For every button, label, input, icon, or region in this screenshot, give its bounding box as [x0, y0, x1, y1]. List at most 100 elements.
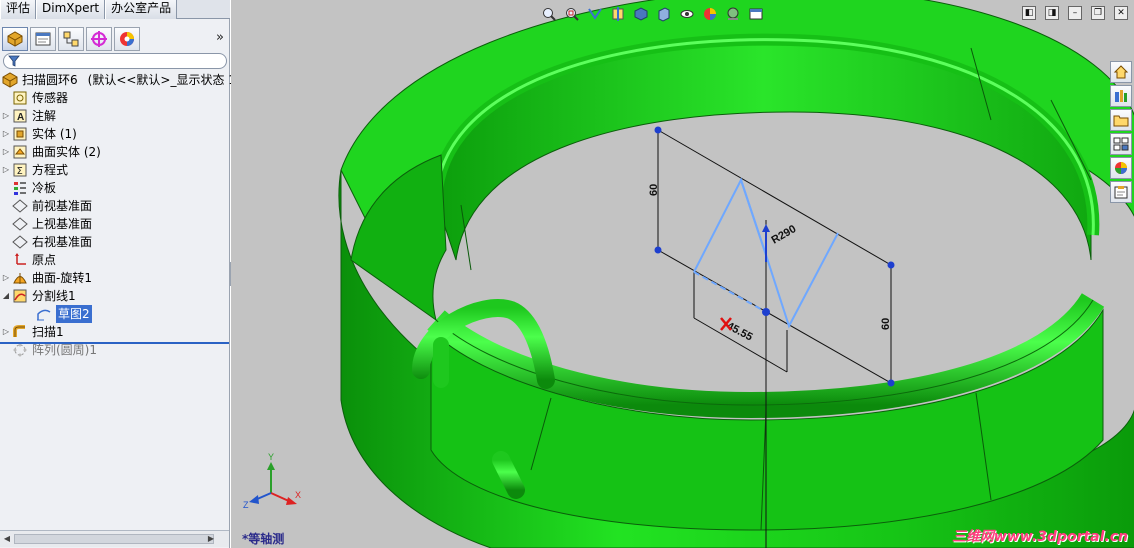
file-explorer-icon: [1113, 115, 1129, 127]
minimize-button[interactable]: –: [1068, 6, 1082, 20]
scroll-thumb[interactable]: [14, 534, 214, 544]
3d-model-view[interactable]: 60 60 R290 45.55 Y X Z: [231, 0, 1134, 548]
display-manager-tab[interactable]: [114, 27, 140, 51]
tree-item-surface-bodies[interactable]: ▷ 曲面实体 (2): [0, 143, 229, 161]
revolve-surface-icon: [12, 270, 28, 286]
equation-icon: Σ: [12, 162, 28, 178]
dim-60-left[interactable]: 60: [648, 184, 660, 196]
tile-left-button[interactable]: ◧: [1022, 6, 1036, 20]
scroll-left-icon[interactable]: ◀: [1, 533, 13, 545]
scroll-right-icon[interactable]: ▶: [205, 533, 217, 545]
view-palette-tab[interactable]: [1110, 133, 1132, 155]
sketch-origin-icon: [762, 224, 770, 262]
expand-chevron-icon[interactable]: »: [216, 30, 224, 45]
svg-text:Σ: Σ: [17, 166, 23, 177]
sketch-points: [654, 126, 895, 387]
tile-right-button[interactable]: ◨: [1045, 6, 1059, 20]
apply-scene-button[interactable]: [723, 5, 743, 23]
configuration-manager-tab[interactable]: [58, 27, 84, 51]
design-library-tab[interactable]: [1110, 85, 1132, 107]
tree-item-revolve-surface[interactable]: ▷ 曲面-旋转1: [0, 269, 229, 287]
sketch-icon: [36, 306, 52, 322]
tree-item-origin[interactable]: 原点: [0, 251, 229, 269]
tree-item-sweep[interactable]: ▷ 扫描1: [0, 323, 229, 341]
expand-arrow-icon[interactable]: ▷: [0, 161, 12, 179]
edit-appearance-button[interactable]: [700, 5, 720, 23]
plane-icon: [12, 234, 28, 250]
sensor-icon: [12, 90, 28, 106]
zoom-to-fit-icon: [543, 8, 556, 21]
zoom-to-fit-button[interactable]: [539, 5, 559, 23]
expand-arrow-icon[interactable]: ▷: [0, 107, 12, 125]
feature-tree: 扫描圆环6 (默认<<默认>_显示状态 1 传感器 ▷ A 注解 ▷ 实体 (1…: [0, 71, 236, 359]
feature-manager-tab[interactable]: [2, 27, 28, 51]
part-name: 扫描圆环6: [22, 73, 78, 87]
expand-arrow-icon[interactable]: ▷: [0, 125, 12, 143]
plane-icon: [12, 198, 28, 214]
tab-evaluate[interactable]: 评估: [0, 0, 37, 19]
view-settings-button[interactable]: [746, 5, 766, 23]
task-pane-tabs: [1110, 61, 1132, 205]
design-library-icon: [1115, 90, 1127, 102]
tree-item-sketch2[interactable]: 草图2: [0, 305, 229, 323]
tree-item-annotations[interactable]: ▷ A 注解: [0, 107, 229, 125]
tab-dimxpert[interactable]: DimXpert: [36, 0, 106, 19]
tab-office-products[interactable]: 办公室产品: [105, 0, 178, 19]
section-view-icon: [612, 7, 624, 21]
svg-text:Z: Z: [243, 500, 249, 510]
tree-item-solid-bodies[interactable]: ▷ 实体 (1): [0, 125, 229, 143]
close-button[interactable]: ✕: [1114, 6, 1128, 20]
file-explorer-tab[interactable]: [1110, 109, 1132, 131]
previous-view-button[interactable]: [585, 5, 605, 23]
plane-icon: [12, 216, 28, 232]
dim-60-right[interactable]: 60: [880, 318, 892, 330]
property-manager-icon: [35, 32, 51, 46]
tree-item-right-plane[interactable]: 右视基准面: [0, 233, 229, 251]
hide-show-items-button[interactable]: [677, 5, 697, 23]
solid-body-icon: [12, 126, 28, 142]
dim-r290[interactable]: R290: [770, 223, 799, 247]
part-icon: [2, 72, 18, 88]
tree-item-sensors[interactable]: 传感器: [0, 89, 229, 107]
split-line-icon: [12, 288, 28, 304]
dimxpert-manager-tab[interactable]: [86, 27, 112, 51]
display-manager-icon: [120, 32, 134, 46]
collapse-arrow-icon[interactable]: ◢: [0, 287, 12, 305]
zoom-to-area-button[interactable]: [562, 5, 582, 23]
solidworks-resources-tab[interactable]: [1110, 61, 1132, 83]
viewport-window-controls: ◧ ◨ – ❐ ✕: [1013, 6, 1128, 20]
part-config: (默认<<默认>_显示状态 1: [87, 73, 236, 87]
expand-arrow-icon[interactable]: ▷: [0, 323, 12, 341]
command-manager-tabs: 评估 DimXpert 办公室产品: [0, 0, 230, 19]
tree-item-split-line[interactable]: ◢ 分割线1: [0, 287, 229, 305]
tree-root-part[interactable]: 扫描圆环6 (默认<<默认>_显示状态 1: [0, 71, 236, 89]
restore-button[interactable]: ❐: [1091, 6, 1105, 20]
horizontal-scrollbar[interactable]: ◀ ▶: [0, 530, 229, 547]
dimxpert-manager-icon: [91, 31, 107, 47]
expand-arrow-icon[interactable]: ▷: [0, 143, 12, 161]
tree-item-material[interactable]: 冷板: [0, 179, 229, 197]
section-view-button[interactable]: [608, 5, 628, 23]
display-style-button[interactable]: [654, 5, 674, 23]
appearances-tab[interactable]: [1110, 157, 1132, 179]
tree-item-front-plane[interactable]: 前视基准面: [0, 197, 229, 215]
tree-item-equations[interactable]: ▷ Σ 方程式: [0, 161, 229, 179]
apply-scene-icon: [727, 7, 739, 20]
svg-text:Y: Y: [268, 452, 274, 462]
zoom-to-area-icon: [566, 8, 579, 21]
view-orientation-icon: [634, 7, 648, 21]
svg-text:A: A: [17, 112, 24, 123]
rollback-bar[interactable]: [0, 342, 229, 344]
expand-arrow-icon[interactable]: ▷: [0, 269, 12, 287]
heads-up-view-toolbar: [539, 4, 769, 24]
feature-manager-icon: [7, 31, 23, 47]
origin-icon: [12, 252, 28, 268]
dim-45-55[interactable]: 45.55: [725, 320, 755, 344]
property-manager-tab[interactable]: [30, 27, 56, 51]
custom-properties-tab[interactable]: [1110, 181, 1132, 203]
view-orientation-button[interactable]: [631, 5, 651, 23]
configuration-manager-icon: [63, 31, 79, 47]
graphics-area[interactable]: 60 60 R290 45.55 Y X Z ◧ ◨ – ❐ ✕ *等轴测 三维…: [231, 0, 1134, 548]
tree-item-top-plane[interactable]: 上视基准面: [0, 215, 229, 233]
feature-tree-filter[interactable]: [3, 53, 227, 69]
